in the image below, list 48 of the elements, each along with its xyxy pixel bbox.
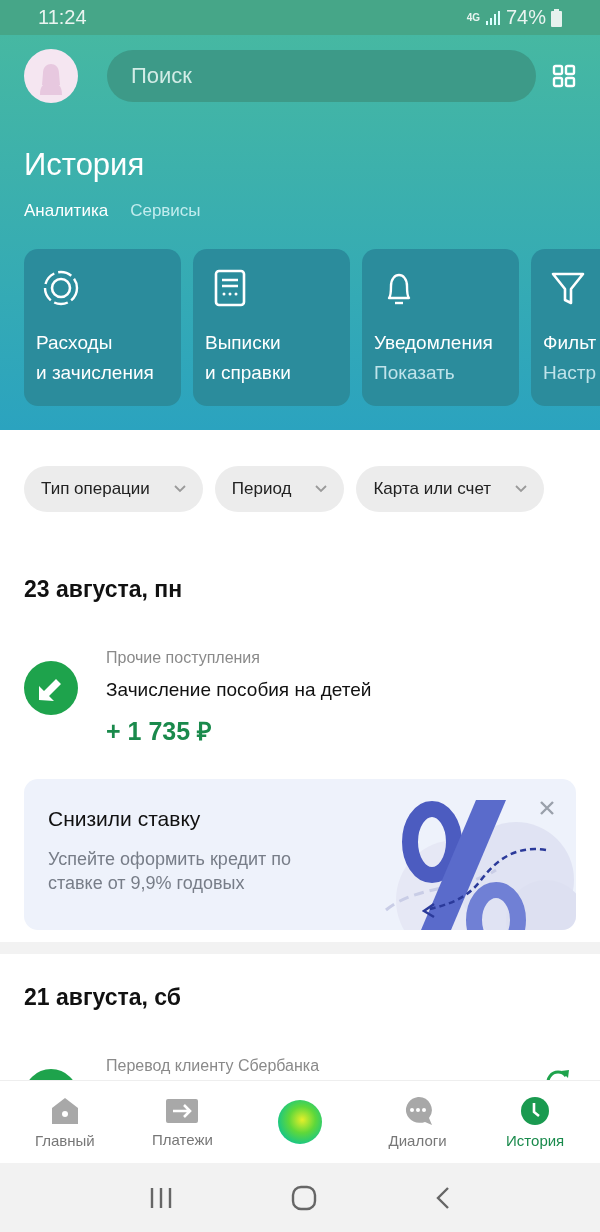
assistant-orb-icon	[276, 1098, 324, 1146]
chevron-down-icon	[515, 485, 528, 493]
quick-card[interactable]: Уведомления Показать	[362, 249, 519, 406]
search-field[interactable]: Поиск	[107, 50, 536, 102]
header-tab[interactable]: Аналитика	[24, 201, 109, 221]
card-subtitle: Показать	[374, 361, 456, 385]
home-button-icon[interactable]	[291, 1184, 317, 1211]
card-subtitle: Настр	[543, 361, 598, 385]
battery-percent: 74%	[505, 6, 546, 29]
avatar-icon[interactable]	[24, 49, 78, 103]
signal-icon	[484, 9, 501, 26]
recent-apps-icon[interactable]	[149, 1186, 173, 1209]
quick-card[interactable]: Выписки и справки	[193, 249, 350, 406]
card-title: Уведомления	[374, 331, 494, 355]
filter-chip[interactable]: Период	[214, 466, 345, 512]
promo-text: Успейте оформить кредит по ставке от 9,9% годовых	[48, 848, 293, 895]
filter-chip[interactable]: Тип операции	[24, 466, 203, 512]
date-heading: 21 августа, сб	[24, 984, 183, 1011]
close-icon[interactable]	[539, 800, 555, 816]
ring-icon	[42, 269, 80, 307]
transaction-category: Прочие поступления	[106, 649, 261, 667]
filter-chip[interactable]: Карта или счет	[356, 466, 545, 512]
arrow-right-icon	[165, 1096, 200, 1125]
card-title: Фильт	[543, 331, 598, 355]
status-time: 11:24	[38, 6, 87, 29]
network-type: 4G	[466, 12, 480, 23]
nav-item[interactable]: Главный	[9, 1095, 120, 1149]
clock-icon	[520, 1095, 551, 1126]
back-icon[interactable]	[435, 1185, 451, 1210]
nav-item[interactable]: История	[480, 1095, 591, 1149]
page-title: История	[24, 147, 146, 183]
quick-card[interactable]: Фильт Настр	[531, 249, 600, 406]
chevron-down-icon	[173, 485, 186, 493]
transaction-category: Перевод клиенту Сбербанка	[106, 1057, 320, 1075]
promo-banner[interactable]: Снизили ставку Успейте оформить кредит по ставке от 9,9% годовых	[24, 779, 576, 930]
card-title: Выписки и справки	[205, 331, 292, 385]
transaction-title: Зачисление пособия на детей	[106, 679, 372, 701]
transaction-row[interactable]: Прочие поступления Зачисление пособия на детей + 1 735 ₽	[24, 649, 576, 747]
nav-item[interactable]: Платежи	[127, 1096, 238, 1148]
battery-icon	[551, 8, 562, 27]
grid-menu-icon[interactable]	[552, 64, 576, 88]
date-heading: 23 августа, пн	[24, 576, 184, 603]
quick-card[interactable]: Расходы и зачисления	[24, 249, 181, 406]
promo-title: Снизили ставку	[48, 807, 202, 831]
chevron-down-icon	[315, 485, 328, 493]
transaction-amount: + 1 735 ₽	[106, 716, 214, 747]
nav-item[interactable]: Диалоги	[362, 1095, 473, 1149]
card-title: Расходы и зачисления	[36, 331, 155, 385]
